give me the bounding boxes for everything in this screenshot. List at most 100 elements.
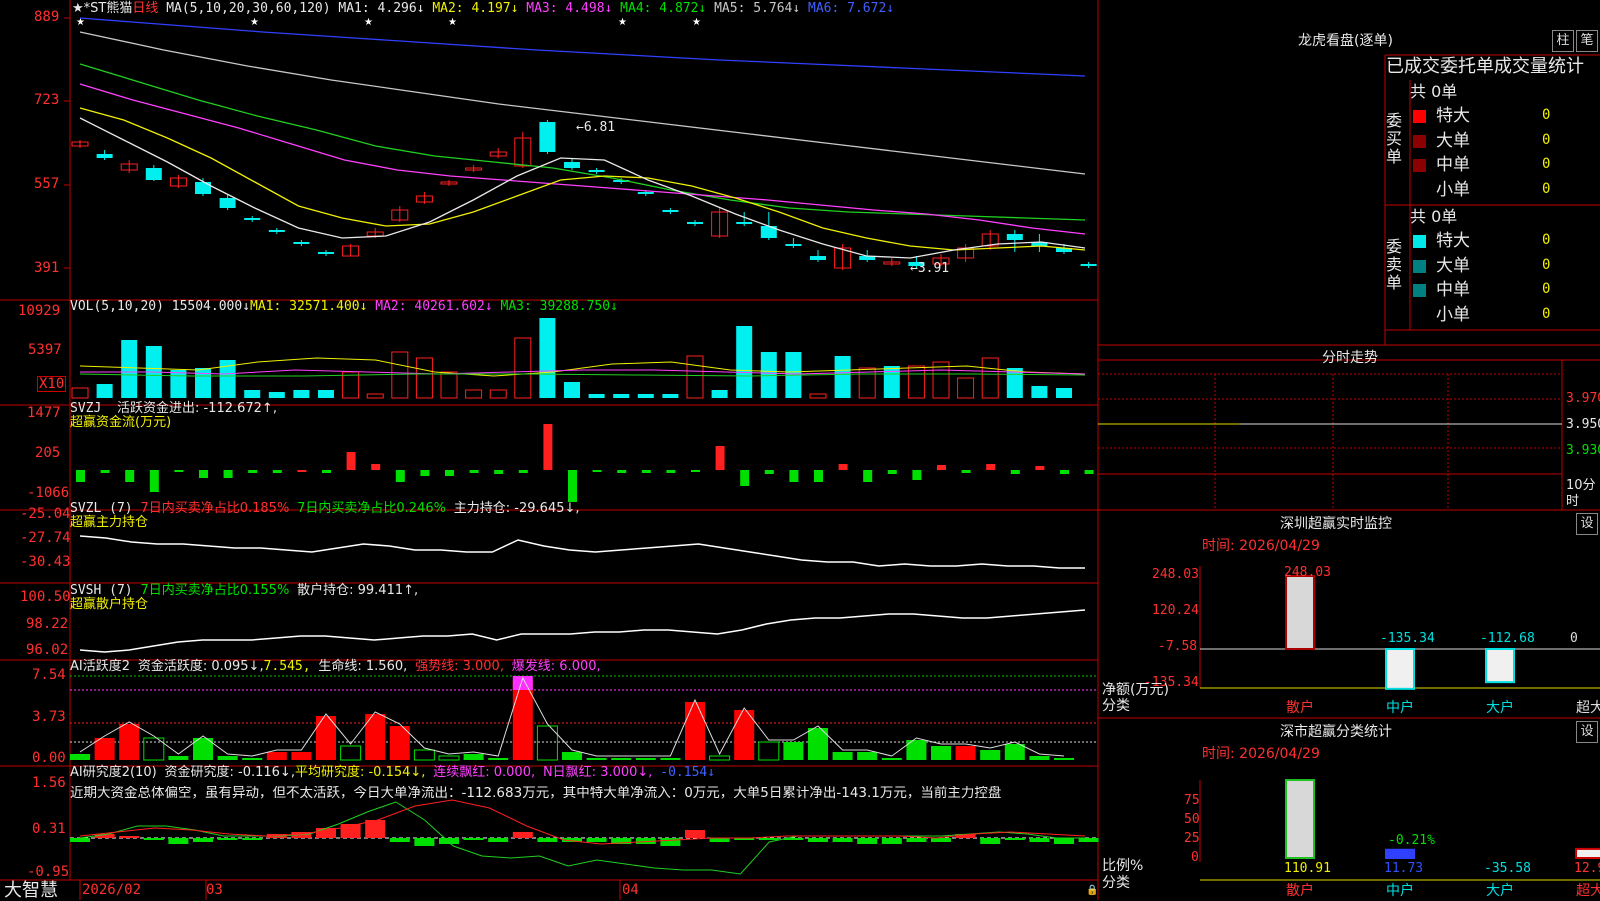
volume-bar-down: [170, 370, 187, 398]
fenshi-period-label[interactable]: 10分时: [1566, 478, 1598, 510]
fund-flow-bar: [641, 470, 651, 473]
activity-bar: [291, 752, 312, 760]
volume-bar-up: [465, 389, 483, 399]
class-bar-value: 11.73: [1384, 861, 1424, 876]
volume-bar-down: [1056, 388, 1072, 398]
ai1-axis-tick: 3.73: [32, 709, 66, 725]
candle-down: [1080, 264, 1097, 266]
signal-star: ★: [364, 17, 373, 28]
svzj-axis-tick: 1477: [27, 405, 61, 421]
research-bar: [1078, 838, 1099, 842]
sz-monitor-time: 时间: 2026/04/29: [1202, 538, 1320, 554]
candle-down: [810, 256, 826, 260]
activity-bar: [438, 755, 460, 761]
class-bar-value: -35.58: [1484, 861, 1531, 876]
order-size-label: 特大: [1436, 106, 1470, 126]
research-bar: [685, 830, 705, 838]
candle-down: [244, 218, 261, 220]
candle-down: [662, 210, 679, 212]
price-axis-tick: 723: [34, 92, 60, 108]
buy-total: 共 0单: [1410, 82, 1458, 101]
research-bar: [365, 820, 386, 838]
fund-flow-bar: [297, 470, 307, 472]
class-category: 大户: [1486, 883, 1514, 899]
monitor-ylabel: 净额(万元): [1102, 682, 1169, 698]
vol-ma3: MA3: 39288.750↓: [500, 299, 618, 314]
date-tick: 04: [622, 882, 639, 898]
class-bar-extra: -0.21%: [1388, 833, 1435, 848]
monitor-settings-button[interactable]: 设: [1576, 513, 1598, 535]
fund-flow-bar: [100, 470, 110, 473]
fund-flow-bar: [149, 470, 159, 492]
svsh-axis-tick: 96.02: [26, 642, 69, 658]
price-axis-tick: 889: [34, 9, 60, 25]
fund-flow-bar: [76, 470, 85, 482]
vol-unit-badge[interactable]: X10: [37, 376, 67, 392]
stock-name[interactable]: ★*ST熊猫: [72, 1, 132, 16]
order-size-value: 0: [1542, 180, 1551, 197]
monitor-axis-tick: 120.24: [1152, 603, 1199, 618]
svzj-axis-tick: 205: [35, 445, 61, 461]
activity-bar: [242, 758, 263, 760]
svzl-header: SVZL (7) 7日内买卖净占比0.185% 7日内买卖净占比0.246% 主…: [70, 501, 580, 516]
vol-ma2: MA2: 40261.602↓: [375, 299, 493, 314]
class-settings-button[interactable]: 设: [1576, 721, 1598, 743]
monitor-bar-value: -112.68: [1480, 631, 1535, 646]
monitor-category: 散户: [1286, 700, 1314, 716]
svzl-subtitle: 超赢主力持仓: [70, 515, 149, 530]
fund-flow-bar: [814, 470, 823, 482]
candle-down: [318, 252, 334, 254]
tick-mode-button[interactable]: 笔: [1576, 30, 1598, 52]
legend-swatch: [1413, 259, 1426, 273]
chart-header: ★*ST熊猫日线 MA(5,10,20,30,60,120) MA1: 4.29…: [72, 2, 894, 16]
bar-mode-button[interactable]: 柱: [1552, 30, 1574, 52]
svsh-subtitle: 超赢散户持仓: [70, 597, 149, 612]
candle-down: [219, 198, 236, 208]
activity-bar: [660, 758, 681, 760]
monitor-category: 中户: [1386, 700, 1414, 716]
ai1-header: AI活跃度2 资金活跃度: 0.095↓,7.545, 生命线: 1.560, …: [70, 659, 601, 674]
monitor-bar: [1485, 648, 1515, 684]
fund-flow-bar: [272, 470, 282, 473]
period-label[interactable]: 日线: [132, 1, 158, 16]
svzj-axis-tick: -1066: [27, 485, 70, 501]
research-bar: [857, 838, 878, 844]
fenshi-axis-tick: 3.970: [1566, 391, 1600, 406]
order-size-label: 中单: [1436, 155, 1470, 175]
order-size-value: 0: [1542, 305, 1551, 322]
ai2-description: 近期大资金总体偏空，虽有异动，但不太活跃，今日大单净流出：-112.683万元，…: [70, 786, 1002, 800]
price-high-label: ←6.81: [576, 120, 616, 135]
activity-bar: [980, 750, 1001, 760]
research-bar: [512, 832, 533, 838]
activity-bar: [709, 755, 731, 761]
lock-icon[interactable]: 🔒: [1086, 884, 1098, 898]
fund-flow-bar: [248, 470, 258, 473]
candle-down: [687, 222, 703, 224]
research-bar: [488, 838, 509, 842]
volume-bar-down: [195, 368, 211, 398]
activity-bar: [685, 702, 705, 760]
ai2-axis-tick: 0.31: [32, 821, 66, 837]
activity-bar: [931, 746, 951, 760]
activity-bar: [413, 749, 435, 761]
buy-side-label: 委买单: [1386, 111, 1403, 166]
monitor-category: 超大: [1576, 700, 1600, 716]
order-size-label: 特大: [1436, 231, 1470, 251]
volume-bar-down: [1031, 386, 1048, 398]
candle-down: [1006, 234, 1023, 240]
research-bar: [463, 838, 484, 840]
activity-bar: [1029, 756, 1050, 760]
activity-bar: [955, 746, 976, 760]
ma-value-1: MA1: 4.296↓: [338, 1, 425, 16]
lhb-subtitle: 已成交委托单成交量统计: [1386, 56, 1584, 77]
sz-class-time: 时间: 2026/04/29: [1202, 746, 1320, 762]
activity-bar: [340, 745, 362, 761]
volume-bar-up: [391, 351, 409, 399]
fund-flow-bar: [715, 446, 725, 470]
date-tick: 2026/02: [82, 882, 142, 898]
class-category: 中户: [1386, 883, 1414, 899]
activity-bar: [586, 758, 607, 760]
order-size-value: 0: [1542, 107, 1551, 123]
volume-bar-down: [711, 390, 728, 398]
order-size-label: 大单: [1436, 130, 1470, 151]
